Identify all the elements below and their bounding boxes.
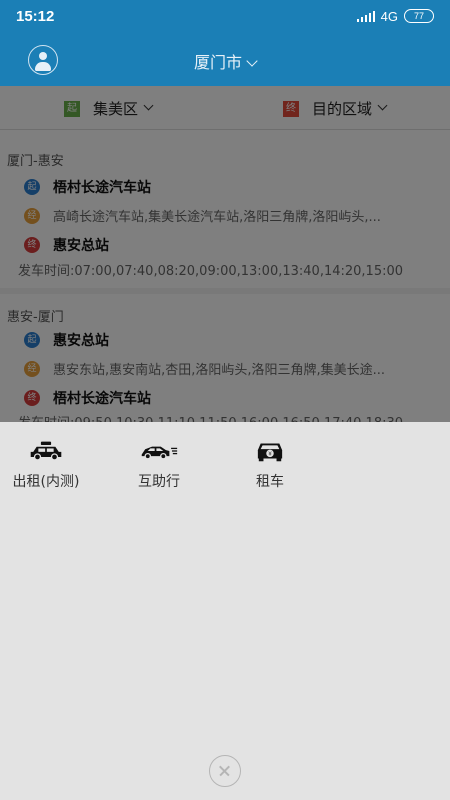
taxi-label: 出租(内测)	[12, 474, 80, 490]
status-time: 15:12	[16, 7, 55, 25]
close-icon[interactable]	[209, 755, 241, 787]
battery-icon: 77	[404, 9, 434, 23]
service-bottom-sheet: 出租(内测) 互助行 ¥ 租车	[0, 422, 450, 800]
taxi-icon	[30, 441, 62, 461]
city-name: 厦门市	[193, 53, 242, 72]
carpool-label: 互助行	[138, 474, 180, 490]
taxi-service-button[interactable]: 出租(内测)	[0, 440, 92, 491]
signal-icon	[356, 10, 375, 22]
status-bar: 15:12 4G 77	[0, 0, 450, 32]
battery-level: 77	[413, 11, 424, 21]
rental-car-icon: ¥	[257, 443, 283, 462]
app-header: 厦门市	[0, 32, 450, 86]
rental-service-button[interactable]: ¥ 租车	[224, 440, 316, 491]
rental-label: 租车	[256, 474, 284, 490]
city-selector[interactable]: 厦门市	[0, 49, 450, 73]
chevron-down-icon	[246, 55, 258, 67]
carpool-service-button[interactable]: 互助行	[113, 440, 205, 491]
network-type: 4G	[380, 8, 398, 24]
fast-car-icon	[141, 446, 178, 460]
status-indicators: 4G 77	[356, 8, 434, 24]
svg-text:¥: ¥	[268, 452, 272, 458]
modal-backdrop[interactable]	[0, 86, 450, 422]
